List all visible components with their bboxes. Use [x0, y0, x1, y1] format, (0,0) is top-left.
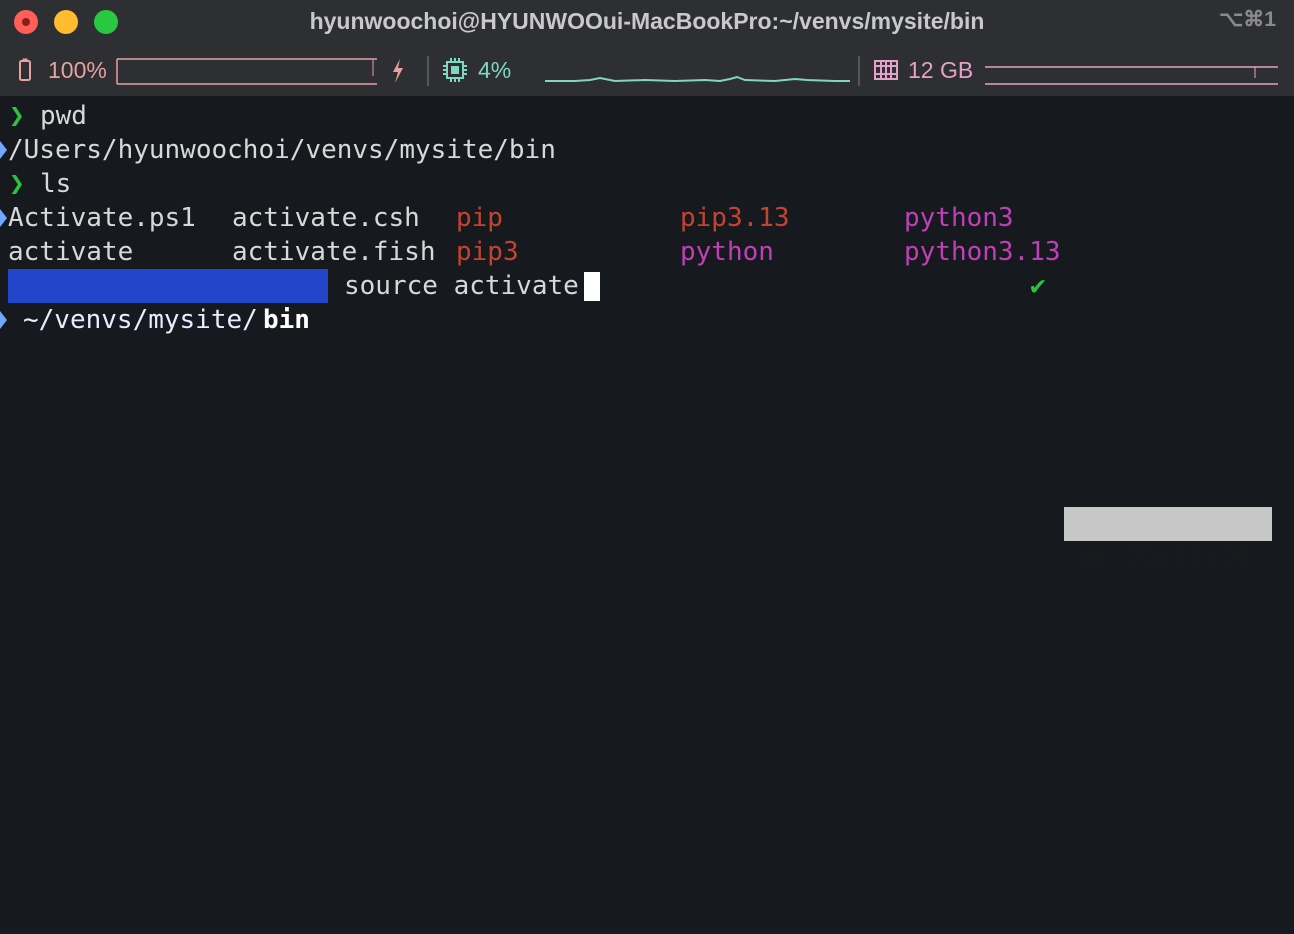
- command-text: pwd: [40, 101, 87, 131]
- file-entry: activate.csh: [232, 203, 420, 233]
- window-shortcut: ⌥⌘1: [1219, 8, 1276, 31]
- charging-icon: [393, 59, 403, 83]
- current-prompt: ~/venvs/mysite/bin source activate ✔ at …: [0, 269, 1294, 573]
- window-title: hyunwoochoi@HYUNWOOui-MacBookPro:~/venvs…: [309, 8, 985, 34]
- file-entry: pip3: [456, 237, 519, 267]
- ls-row: activate activate.fish pip3 python pytho…: [0, 235, 1061, 269]
- command-input[interactable]: source activate: [344, 269, 579, 303]
- battery-icon: [19, 58, 31, 81]
- command-line: ❯ pwd: [0, 99, 87, 159]
- cpu-percent: 4%: [478, 56, 512, 83]
- title-bar: hyunwoochoi@HYUNWOOui-MacBookPro:~/venvs…: [0, 0, 1294, 44]
- memory-graph: [985, 66, 1278, 85]
- path-segment: ~/venvs/mysite/bin: [8, 269, 328, 335]
- battery-graph: [116, 58, 377, 85]
- cpu-graph: [545, 75, 850, 83]
- prompt-edge-icon: [0, 311, 7, 329]
- file-entry: python3.13: [904, 237, 1061, 267]
- file-entry: activate.fish: [232, 237, 436, 267]
- path-prefix: ~/venvs/mysite/: [23, 305, 258, 335]
- status-bar: 100% 4% 12 GB: [0, 44, 1294, 96]
- cpu-icon: [443, 58, 467, 82]
- command-line: ❯ ls: [0, 167, 71, 227]
- prompt-symbol: ❯: [9, 101, 25, 131]
- text-cursor: [584, 272, 600, 301]
- prompt-symbol: ❯: [9, 169, 25, 199]
- path-current-dir: bin: [263, 305, 310, 335]
- command-text: ls: [40, 169, 72, 199]
- file-entry: Activate.ps1: [8, 203, 196, 233]
- output-text: /Users/hyunwoochoi/venvs/mysite/bin: [8, 135, 556, 165]
- output-line: /Users/hyunwoochoi/venvs/mysite/bin: [0, 133, 556, 167]
- memory-icon: [874, 60, 898, 80]
- success-icon: ✔: [1030, 271, 1046, 301]
- battery-status: 100%: [18, 44, 107, 96]
- file-entry: pip3.13: [680, 203, 790, 233]
- cpu-status: 4%: [442, 44, 511, 96]
- ls-row: Activate.ps1 activate.csh pip pip3.13 py…: [0, 201, 1014, 235]
- prompt-time: at 23:11:28: [1080, 543, 1253, 573]
- memory-status: 12 GB: [873, 44, 973, 96]
- file-entry: python3: [904, 203, 1014, 233]
- file-entry: pip: [456, 203, 503, 233]
- battery-percent: 100%: [48, 56, 107, 83]
- time-segment: at 23:11:28: [1064, 507, 1272, 573]
- memory-amount: 12 GB: [908, 56, 974, 83]
- terminal-output[interactable]: ❯ pwd /Users/hyunwoochoi/venvs/mysite/bi…: [0, 96, 1294, 934]
- file-entry: python: [680, 237, 774, 267]
- file-entry: activate: [8, 237, 134, 267]
